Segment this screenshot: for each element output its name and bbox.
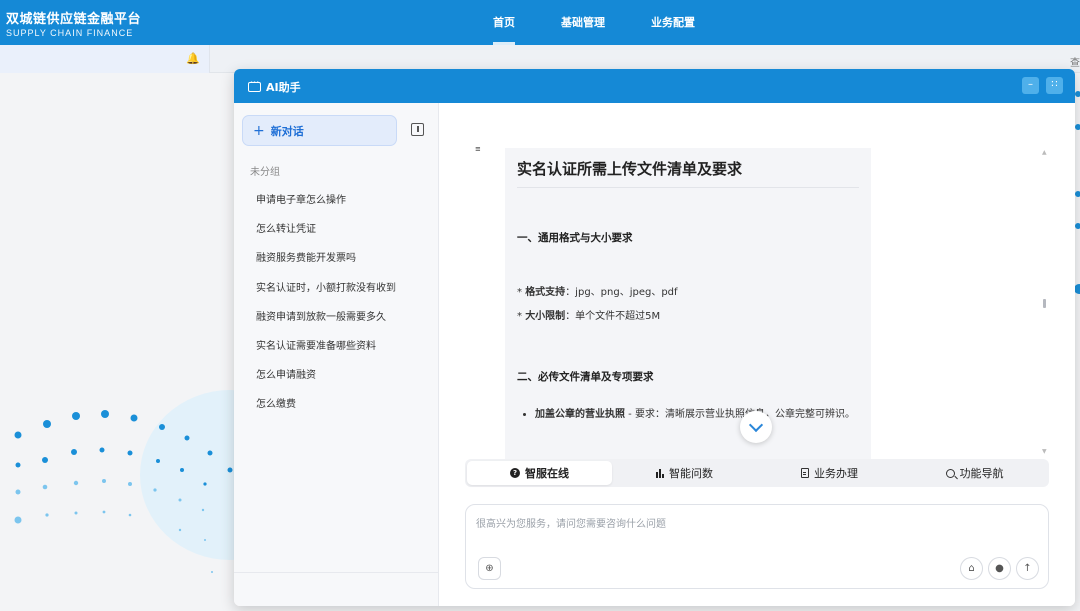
scroll-up-arrow-icon[interactable]: ▲ — [1042, 149, 1047, 156]
attach-button[interactable]: ⊕ — [478, 557, 501, 580]
ai-assistant-dialog: AI助手 – ∷ + 新对话 未分组 申请电子章怎么操作 怎么转让凭证 融资服务… — [234, 69, 1075, 606]
robot-button[interactable]: ⌂ — [960, 557, 983, 580]
tab-smart-service[interactable]: ? 智服在线 — [467, 461, 612, 485]
chat-input-box: ⊕ ⌂ ● ↑ — [465, 504, 1049, 589]
top-app-bar: 双城链供应链金融平台 SUPPLY CHAIN FINANCE 首页 基础管理 … — [0, 0, 1080, 45]
history-item[interactable]: 实名认证需要准备哪些资料 — [246, 332, 426, 361]
scrollbar-thumb[interactable] — [1043, 299, 1046, 308]
tab-label: 智能问数 — [669, 467, 713, 480]
voice-input-button[interactable]: ● — [988, 557, 1011, 580]
document-icon — [801, 468, 809, 478]
chat-bubble-icon — [248, 78, 261, 92]
dialog-title: AI助手 — [248, 78, 301, 95]
new-chat-label: 新对话 — [270, 124, 304, 138]
scroll-down-arrow-icon[interactable]: ▼ — [1042, 448, 1047, 455]
history-item[interactable]: 怎么转让凭证 — [246, 215, 426, 244]
history-item[interactable]: 实名认证时，小额打款没有收到 — [246, 274, 426, 303]
fullscreen-button[interactable]: ∷ — [1046, 77, 1063, 94]
file-requirement: - 要求：清晰展示营业执照信息，公章完整可辨识。 — [625, 409, 855, 420]
partial-query-text: 查 — [1070, 58, 1080, 69]
tab-label: 智服在线 — [525, 467, 569, 480]
history-item[interactable]: 申请电子章怎么操作 — [246, 186, 426, 215]
assistant-message: 实名认证所需上传文件清单及要求 一、通用格式与大小要求 * 格式支持：jpg、p… — [505, 148, 871, 466]
format-value: ：jpg、png、jpeg、pdf — [565, 287, 678, 298]
scroll-to-bottom-button[interactable] — [740, 411, 772, 443]
minimize-button[interactable]: – — [1022, 77, 1039, 94]
tab-smart-data[interactable]: 智能问数 — [612, 461, 757, 485]
tab-feature-navigation[interactable]: 功能导航 — [902, 461, 1047, 485]
message-section-heading: 二、必传文件清单及专项要求 — [517, 371, 654, 383]
question-circle-icon: ? — [510, 468, 520, 478]
brand-logo[interactable]: 双城链供应链金融平台 SUPPLY CHAIN FINANCE — [6, 8, 141, 38]
format-requirement: * 格式支持：jpg、png、jpeg、pdf — [517, 287, 678, 298]
search-icon — [945, 468, 955, 478]
nav-business-config[interactable]: 业务配置 — [651, 0, 695, 45]
size-value: ：单个文件不超过5M — [565, 311, 661, 322]
send-button[interactable]: ↑ — [1016, 557, 1039, 580]
bot-avatar: ≡ — [475, 145, 481, 153]
decorative-dots — [14, 410, 233, 573]
history-item[interactable]: 怎么申请融资 — [246, 361, 426, 390]
conversation-scrollbar[interactable]: ▲ ▼ — [1042, 149, 1048, 455]
collapse-sidebar-icon[interactable] — [411, 123, 424, 136]
sidebar-footer — [234, 572, 439, 606]
arrow-up-icon: ↑ — [1023, 563, 1032, 574]
size-label: 大小限制 — [525, 311, 566, 322]
message-title: 实名认证所需上传文件清单及要求 — [517, 158, 859, 188]
tab-business-handling[interactable]: 业务办理 — [757, 461, 902, 485]
main-nav: 首页 基础管理 业务配置 — [493, 0, 741, 45]
dialog-header: AI助手 – ∷ — [234, 69, 1075, 103]
history-item[interactable]: 融资申请到放款一般需要多久 — [246, 303, 426, 332]
message-section-heading: 一、通用格式与大小要求 — [517, 232, 633, 244]
size-requirement: * 大小限制：单个文件不超过5M — [517, 311, 661, 322]
brand-name-cn: 双城链供应链金融平台 — [6, 12, 142, 27]
history-item[interactable]: 怎么缴费 — [246, 390, 426, 419]
tab-label: 功能导航 — [959, 467, 1004, 480]
plus-icon: + — [253, 122, 265, 139]
bell-icon[interactable]: 🔔 — [186, 52, 200, 65]
history-list: 申请电子章怎么操作 怎么转让凭证 融资服务费能开发票吗 实名认证时，小额打款没有… — [246, 186, 426, 420]
chat-input[interactable] — [476, 515, 1036, 549]
bar-chart-icon — [656, 468, 664, 478]
microphone-icon: ● — [995, 563, 1004, 574]
dialog-title-text: AI助手 — [266, 81, 301, 94]
robot-icon: ⌂ — [968, 563, 975, 574]
required-files-list: 加盖公章的营业执照 - 要求：清晰展示营业执照信息，公章完整可辨识。 — [517, 408, 859, 422]
conversation-sidebar: + 新对话 未分组 申请电子章怎么操作 怎么转让凭证 融资服务费能开发票吗 实名… — [234, 103, 439, 606]
new-chat-button[interactable]: + 新对话 — [242, 115, 397, 146]
nav-home[interactable]: 首页 — [493, 0, 515, 45]
nav-basic-management[interactable]: 基础管理 — [561, 0, 605, 45]
paperclip-icon: ⊕ — [485, 563, 494, 574]
conversation-area: ≡ 实名认证所需上传文件清单及要求 一、通用格式与大小要求 * 格式支持：jpg… — [439, 103, 1075, 606]
history-item[interactable]: 融资服务费能开发票吗 — [246, 244, 426, 273]
page-left-panel: 🔔 — [0, 45, 210, 73]
brand-name-en: SUPPLY CHAIN FINANCE — [6, 28, 134, 38]
file-name: 加盖公章的营业执照 — [535, 409, 625, 420]
tab-label: 业务办理 — [814, 467, 858, 480]
list-item: 加盖公章的营业执照 - 要求：清晰展示营业执照信息，公章完整可辨识。 — [535, 408, 859, 422]
assistant-mode-tabs: ? 智服在线 智能问数 业务办理 功能导航 — [465, 459, 1049, 487]
format-label: 格式支持 — [525, 287, 566, 298]
history-group-label: 未分组 — [250, 167, 280, 178]
